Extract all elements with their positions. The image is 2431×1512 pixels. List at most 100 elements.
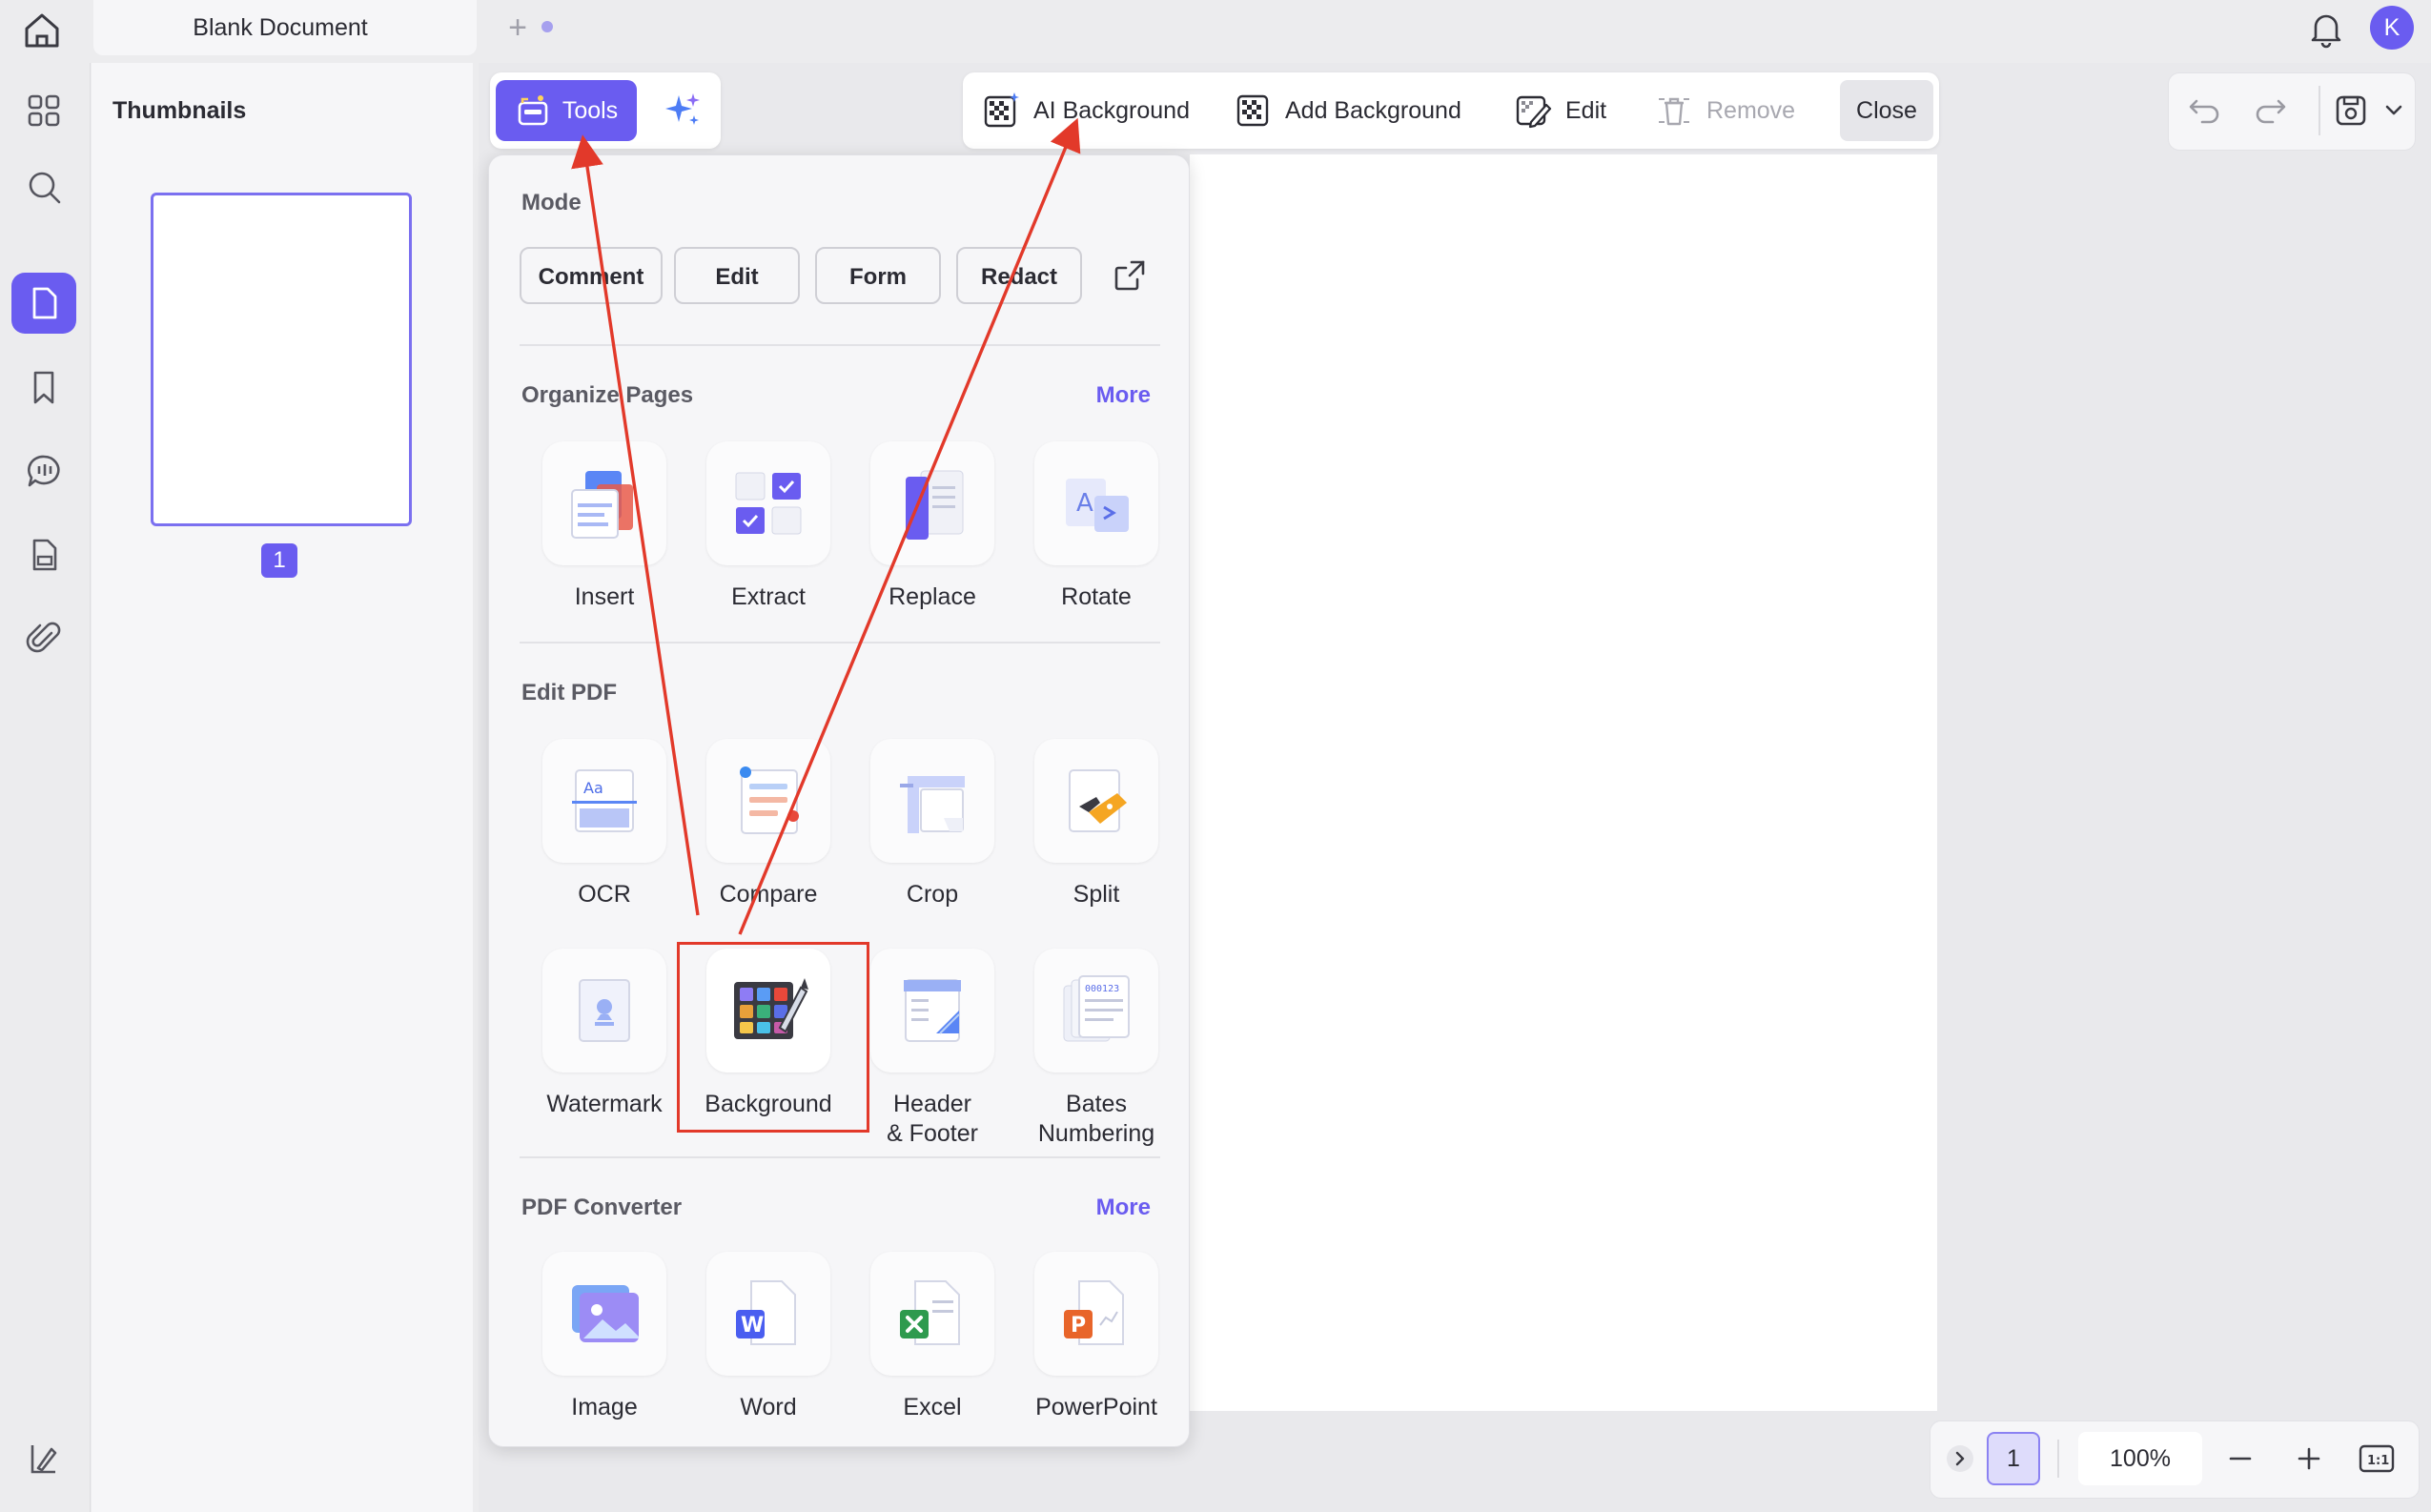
insert-icon	[571, 471, 633, 539]
extract-tool[interactable]: Extract	[686, 441, 850, 612]
rotate-icon: A	[1066, 479, 1129, 532]
left-rail	[0, 63, 91, 1512]
divider	[520, 1156, 1160, 1158]
header-footer-icon	[904, 979, 961, 1042]
pages-icon[interactable]	[11, 273, 76, 334]
edit-background-button[interactable]: Edit	[1514, 80, 1606, 141]
current-page-field[interactable]: 1	[1987, 1432, 2040, 1485]
ocr-label: OCR	[578, 881, 631, 908]
word-icon: W	[736, 1280, 796, 1345]
organize-section-title: Organize Pages	[521, 382, 694, 408]
svg-text:P: P	[1071, 1314, 1086, 1338]
chevron-right-icon[interactable]	[1945, 1443, 1975, 1474]
tools-button[interactable]: Tools	[496, 80, 637, 141]
page-thumbnail[interactable]	[151, 193, 412, 526]
remove-background-button[interactable]: Remove	[1655, 80, 1795, 141]
watermark-label: Watermark	[546, 1091, 663, 1117]
attachment-icon[interactable]	[11, 608, 76, 669]
stamp-icon[interactable]	[11, 524, 76, 585]
compare-label: Compare	[719, 881, 818, 908]
trash-icon	[1659, 97, 1689, 126]
pdf-converter-section-title: PDF Converter	[521, 1195, 683, 1220]
rotate-label: Rotate	[1061, 583, 1132, 610]
bell-icon[interactable]	[2305, 8, 2347, 50]
bookmark-icon[interactable]	[11, 357, 76, 418]
redo-icon[interactable]	[2252, 92, 2290, 130]
image-converter-tool[interactable]: Image	[522, 1252, 686, 1422]
ocr-tool[interactable]: Aa OCR	[522, 739, 686, 909]
powerpoint-label: PowerPoint	[1035, 1394, 1157, 1420]
svg-text:1:1: 1:1	[2367, 1454, 2389, 1468]
rotate-tool[interactable]: A Rotate	[1014, 441, 1178, 612]
save-icon[interactable]	[2332, 92, 2370, 130]
document-tab[interactable]: Blank Document	[93, 0, 553, 55]
add-background-button[interactable]: Add Background	[1234, 80, 1461, 141]
extract-label: Extract	[731, 583, 806, 610]
close-background-button[interactable]: Close	[1840, 80, 1933, 141]
powerpoint-icon: P	[1064, 1280, 1124, 1345]
search-icon[interactable]	[11, 156, 76, 217]
divider	[520, 344, 1160, 346]
bates-numbering-label: Bates Numbering	[1037, 1091, 1155, 1147]
new-tab-button[interactable]: +	[500, 5, 535, 51]
replace-tool[interactable]: Replace	[850, 441, 1014, 612]
undo-icon[interactable]	[2185, 92, 2223, 130]
svg-text:A: A	[1076, 489, 1093, 518]
actual-size-icon[interactable]: 1:1	[2357, 1441, 2397, 1476]
unsaved-dot	[541, 21, 553, 32]
edit-pdf-section-title: Edit PDF	[521, 680, 617, 705]
split-tool[interactable]: Split	[1014, 739, 1178, 909]
organize-more-link[interactable]: More	[1096, 382, 1151, 409]
split-label: Split	[1072, 881, 1120, 908]
sparkle-icon	[665, 93, 700, 125]
toolbox-icon	[518, 95, 548, 126]
avatar[interactable]: K	[2370, 6, 2414, 50]
header-footer-label: Header & Footer	[887, 1091, 978, 1147]
mode-form-button[interactable]: Form	[815, 247, 941, 304]
edit-background-label: Edit	[1565, 96, 1607, 124]
excel-converter-tool[interactable]: Excel	[850, 1252, 1014, 1422]
ai-background-label: AI Background	[1033, 96, 1190, 124]
word-converter-tool[interactable]: W Word	[686, 1252, 850, 1422]
tools-popup: Mode Comment Edit Form Redact Organize P…	[488, 154, 1190, 1447]
replace-label: Replace	[889, 583, 976, 610]
grid-icon[interactable]	[11, 80, 76, 141]
insert-tool[interactable]: Insert	[522, 441, 686, 612]
background-tool-highlight	[677, 942, 869, 1133]
zoom-in-icon[interactable]	[2292, 1441, 2326, 1476]
mode-edit-button[interactable]: Edit	[674, 247, 800, 304]
zoom-divider	[2057, 1440, 2059, 1478]
replace-icon	[906, 470, 964, 540]
bates-numbering-tool[interactable]: 000123 Bates Numbering	[1014, 949, 1178, 1149]
bates-numbering-icon: 000123	[1063, 975, 1130, 1042]
chevron-down-icon[interactable]	[2381, 92, 2406, 130]
mode-section-title: Mode	[521, 190, 582, 215]
crop-tool[interactable]: Crop	[850, 739, 1014, 909]
document-page[interactable]	[1190, 154, 1937, 1411]
excel-label: Excel	[903, 1394, 962, 1420]
converter-more-link[interactable]: More	[1096, 1195, 1151, 1221]
zoom-level[interactable]: 100%	[2078, 1432, 2202, 1485]
divider	[520, 642, 1160, 644]
mode-comment-button[interactable]: Comment	[520, 247, 663, 304]
edit-background-icon	[1516, 95, 1552, 129]
svg-text:W: W	[741, 1314, 764, 1338]
crop-label: Crop	[906, 881, 959, 908]
ai-background-button[interactable]: AI Background	[982, 80, 1190, 141]
zoom-out-icon[interactable]	[2223, 1441, 2257, 1476]
sidebar-toggle-icon[interactable]	[11, 1428, 76, 1489]
mode-redact-button[interactable]: Redact	[956, 247, 1082, 304]
compare-tool[interactable]: Compare	[686, 739, 850, 909]
ai-assistant-button[interactable]	[656, 86, 709, 135]
svg-text:Aa: Aa	[583, 779, 603, 797]
comment-icon[interactable]	[11, 440, 76, 501]
header-footer-tool[interactable]: Header & Footer	[850, 949, 1014, 1149]
crop-icon	[900, 776, 965, 833]
watermark-icon	[579, 979, 630, 1042]
home-icon[interactable]	[19, 8, 65, 53]
powerpoint-converter-tool[interactable]: P PowerPoint	[1014, 1252, 1178, 1422]
add-background-icon	[1236, 94, 1269, 127]
watermark-tool[interactable]: Watermark	[522, 949, 686, 1119]
external-open-icon[interactable]	[1111, 256, 1149, 295]
word-label: Word	[740, 1394, 797, 1420]
